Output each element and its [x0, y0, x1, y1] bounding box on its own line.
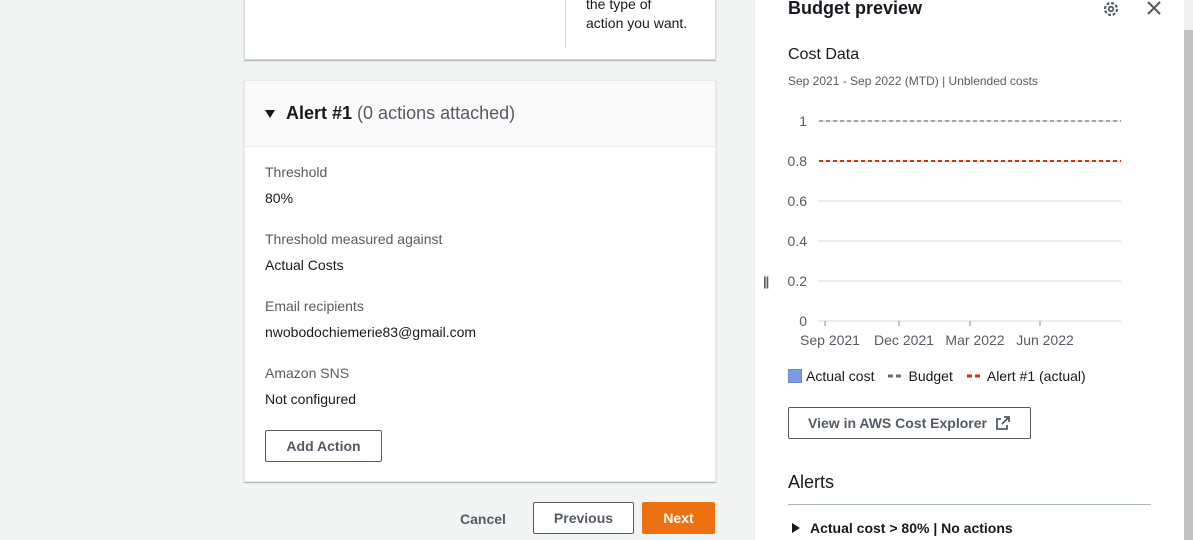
cost-data-subtitle: Sep 2021 - Sep 2022 (MTD) | Unblended co…: [788, 74, 1038, 88]
field-label: Threshold: [265, 164, 328, 180]
gear-icon[interactable]: [1100, 0, 1122, 20]
field-label: Threshold measured against: [265, 231, 443, 247]
field-value: Actual Costs: [265, 257, 344, 273]
threshold-measured-field: Threshold measured against Actual Costs: [265, 230, 442, 274]
alert-title: Alert #1: [286, 103, 353, 123]
alert-card: Alert #1 (0 actions attached) Threshold …: [244, 80, 716, 482]
panel-title: Budget preview: [788, 0, 923, 18]
legend-label: Alert #1 (actual): [986, 368, 1086, 384]
caret-down-icon[interactable]: [265, 109, 275, 118]
legend-item-alert[interactable]: Alert #1 (actual): [966, 368, 1086, 384]
next-button[interactable]: Next: [642, 502, 715, 534]
cancel-button[interactable]: Cancel: [460, 511, 506, 527]
x-tick-label: Dec 2021: [874, 332, 934, 348]
x-tick-label: Sep 2021: [800, 332, 860, 348]
threshold-field: Threshold 80%: [265, 163, 327, 207]
external-link-icon: [996, 416, 1010, 430]
caret-right-icon[interactable]: [792, 523, 800, 533]
alerts-title: Alerts: [788, 472, 835, 492]
legend-label: Budget: [908, 368, 953, 384]
cost-chart: 0 0.2 0.4 0.6 0.8 1 Sep 2021 Dec 2021 Mar 2022 Ju…: [788, 113, 1121, 348]
y-tick-label: 0.8: [788, 153, 808, 169]
legend-swatch: [788, 369, 802, 383]
help-text-line1: the type of: [586, 0, 652, 12]
view-cost-explorer-label: View in AWS Cost Explorer: [808, 415, 987, 431]
chart-legend: Actual cost Budget Alert #1 (actual): [788, 368, 1100, 384]
top-card: the type of action you want.: [244, 0, 716, 60]
y-tick-label: 0.4: [788, 233, 808, 249]
legend-item-actual-cost[interactable]: Actual cost: [788, 368, 874, 384]
scrollbar-thumb[interactable]: [1184, 30, 1193, 540]
field-value: nwobodochiemerie83@gmail.com: [265, 324, 477, 340]
legend-item-budget[interactable]: Budget: [888, 368, 953, 384]
legend-dash-alert: [966, 374, 980, 378]
help-text: the type of action you want.: [586, 0, 706, 33]
view-cost-explorer-button[interactable]: View in AWS Cost Explorer: [788, 407, 1031, 439]
field-value: 80%: [265, 190, 294, 206]
add-action-button[interactable]: Add Action: [265, 430, 382, 462]
field-label: Amazon SNS: [265, 365, 350, 381]
close-icon[interactable]: [1144, 0, 1164, 20]
y-tick-label: 0: [799, 313, 807, 329]
amazon-sns-field: Amazon SNS Not configured: [265, 364, 356, 408]
x-tick-label: Mar 2022: [945, 332, 1004, 348]
help-text-line2: action you want.: [586, 15, 688, 31]
y-tick-label: 0.2: [788, 273, 808, 289]
budget-preview-panel: Budget preview Cost Data Sep 2021 - Sep …: [754, 0, 1184, 540]
x-tick-label: Jun 2022: [1016, 332, 1074, 348]
cost-data-title: Cost Data: [788, 46, 860, 63]
card-divider: [565, 0, 566, 48]
field-label: Email recipients: [265, 298, 364, 314]
legend-label: Actual cost: [806, 368, 875, 384]
y-tick-label: 0.6: [788, 193, 808, 209]
legend-dash-budget: [888, 374, 902, 378]
previous-button[interactable]: Previous: [533, 502, 634, 534]
email-recipients-field: Email recipients nwobodochiemerie83@gmai…: [265, 297, 476, 341]
alerts-divider: [788, 504, 1151, 505]
field-value: Not configured: [265, 391, 357, 407]
alert-header[interactable]: Alert #1 (0 actions attached): [245, 81, 715, 147]
alert-summary-row[interactable]: Actual cost > 80% | No actions: [792, 520, 1013, 536]
alert-subtitle: (0 actions attached): [357, 103, 516, 123]
y-tick-label: 1: [799, 113, 807, 129]
alert-summary: Actual cost > 80% | No actions: [810, 520, 1013, 536]
